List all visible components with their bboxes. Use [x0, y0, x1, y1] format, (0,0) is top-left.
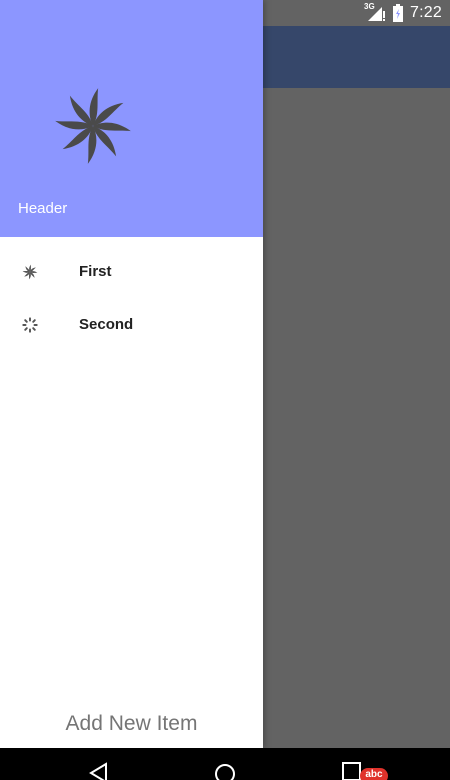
- back-icon[interactable]: [88, 762, 110, 780]
- drawer-item-label: Second: [79, 316, 134, 333]
- home-icon[interactable]: [213, 762, 237, 780]
- recents-icon[interactable]: [342, 762, 362, 780]
- drawer-header-title: Header: [18, 200, 68, 217]
- add-new-item-button[interactable]: Add New Item: [0, 712, 263, 736]
- loading-spinner-icon: [22, 316, 38, 333]
- battery-icon: [393, 4, 404, 22]
- system-navigation-bar: abc: [0, 748, 450, 780]
- cell-signal-icon: 3G: [364, 2, 386, 22]
- status-icons: 3G 7:22: [364, 0, 442, 26]
- status-bar: 3G 7:22: [0, 0, 450, 26]
- notification-badge: abc: [360, 768, 388, 780]
- drawer-header: Header: [0, 0, 263, 237]
- drawer-item-second[interactable]: Second: [0, 298, 263, 351]
- drawer-menu: First Second: [0, 245, 263, 351]
- clock: 7:22: [410, 4, 442, 21]
- pinwheel-logo-icon: [55, 88, 131, 164]
- navigation-drawer: Header First Second Add New Item: [0, 0, 263, 748]
- pinwheel-icon: [22, 264, 38, 279]
- drawer-item-first[interactable]: First: [0, 245, 263, 298]
- drawer-item-label: First: [79, 263, 112, 280]
- network-type-label: 3G: [364, 2, 375, 11]
